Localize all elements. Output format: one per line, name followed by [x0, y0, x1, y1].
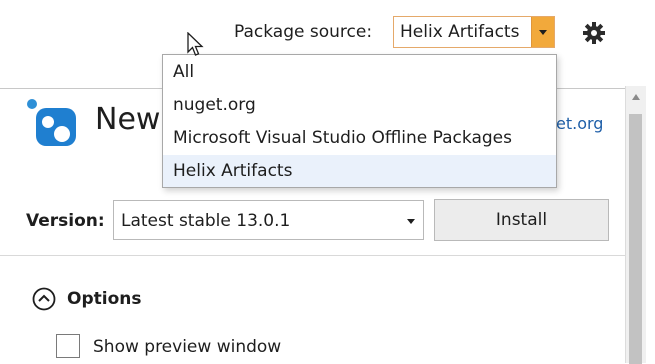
scroll-up-arrow-icon[interactable] [632, 94, 640, 100]
chevron-up-circle-icon[interactable] [32, 287, 56, 311]
show-preview-checkbox[interactable] [56, 334, 80, 358]
version-label: Version: [26, 211, 105, 231]
options-heading[interactable]: Options [67, 289, 141, 309]
divider [0, 255, 625, 256]
version-value: Latest stable 13.0.1 [121, 211, 291, 231]
nuget-icon [27, 99, 76, 146]
chevron-down-icon[interactable] [531, 17, 554, 47]
dropdown-option-vs-offline-packages[interactable]: Microsoft Visual Studio Offline Packages [163, 122, 556, 154]
package-source-select[interactable]: Helix Artifacts [393, 16, 555, 48]
toolbar: Package source: Helix Artifacts [0, 0, 655, 62]
package-source-value: Helix Artifacts [400, 22, 520, 42]
mouse-pointer-icon [187, 32, 204, 56]
package-link[interactable]: et.org [556, 114, 603, 133]
package-source-dropdown: All nuget.org Microsoft Visual Studio Of… [162, 54, 557, 188]
dropdown-option-all[interactable]: All [163, 56, 556, 88]
dropdown-option-helix-artifacts[interactable]: Helix Artifacts [163, 155, 556, 187]
dropdown-option-nuget-org[interactable]: nuget.org [163, 89, 556, 121]
vertical-scrollbar[interactable] [625, 86, 646, 364]
version-select[interactable]: Latest stable 13.0.1 [113, 200, 424, 240]
package-title: New [95, 102, 161, 137]
show-preview-label[interactable]: Show preview window [93, 337, 281, 357]
install-button[interactable]: Install [434, 199, 609, 241]
scrollbar-thumb[interactable] [629, 114, 642, 364]
chevron-down-icon [407, 219, 415, 224]
gear-icon[interactable] [582, 21, 606, 45]
package-source-label: Package source: [234, 22, 373, 42]
